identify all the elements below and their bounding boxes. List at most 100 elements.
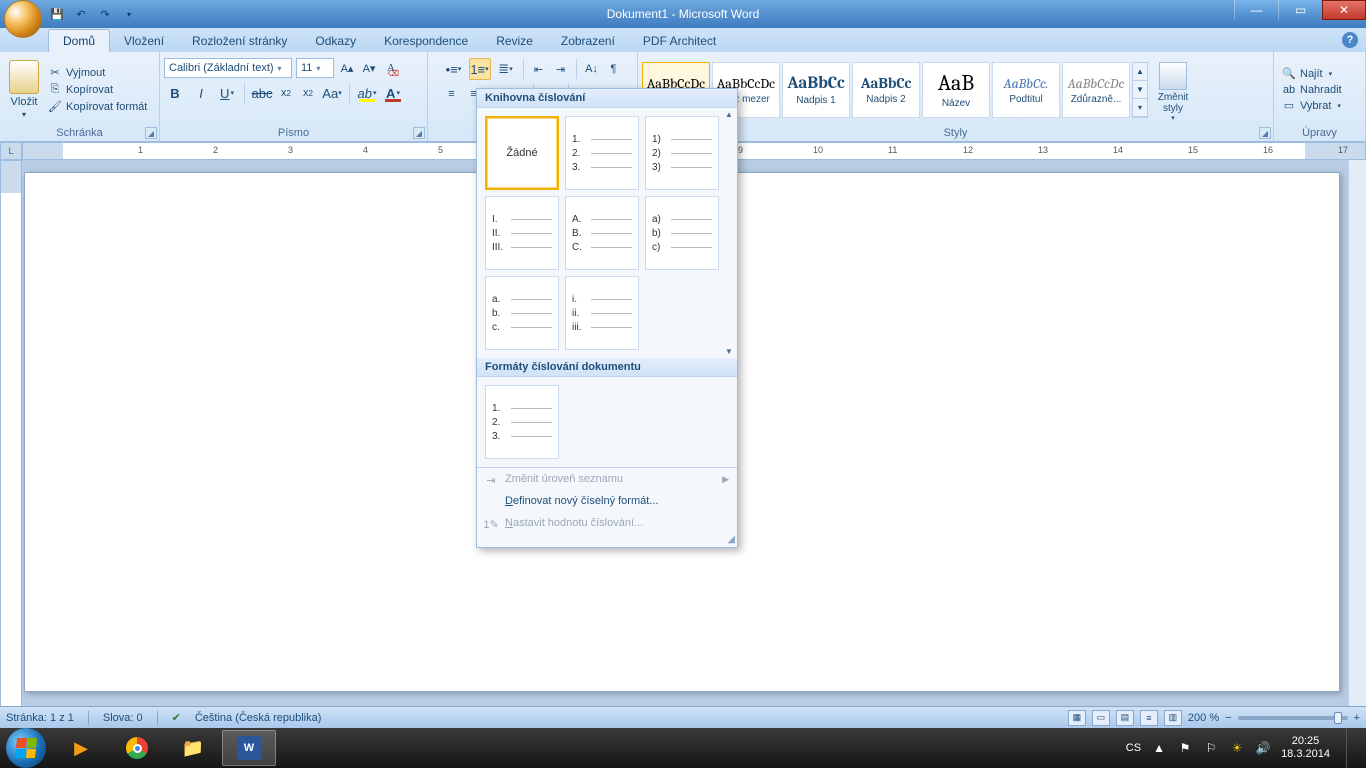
tab-mailings[interactable]: Korespondence bbox=[370, 30, 482, 52]
zoom-slider[interactable] bbox=[1238, 716, 1348, 720]
numbering-option[interactable]: I.II.III. bbox=[485, 196, 559, 270]
minimize-button[interactable]: — bbox=[1234, 0, 1278, 20]
align-left-button[interactable]: ≡ bbox=[443, 84, 461, 104]
office-button[interactable] bbox=[4, 0, 42, 38]
change-case-button[interactable]: Aa▾ bbox=[321, 82, 343, 104]
font-dialog-launcher[interactable]: ◢ bbox=[413, 127, 425, 139]
numbering-option[interactable]: Žádné bbox=[485, 116, 559, 190]
bold-button[interactable]: B bbox=[164, 82, 186, 104]
view-print-layout[interactable]: ▦ bbox=[1068, 710, 1086, 726]
numbering-option[interactable]: 1)2)3) bbox=[645, 116, 719, 190]
start-button[interactable] bbox=[6, 728, 46, 768]
view-outline[interactable]: ≡ bbox=[1140, 710, 1158, 726]
tab-insert[interactable]: Vložení bbox=[110, 30, 178, 52]
tray-show-hidden[interactable]: ▲ bbox=[1151, 740, 1167, 756]
taskbar-media-player[interactable]: ▶ bbox=[54, 730, 108, 766]
change-styles-button[interactable]: Změnit styly ▾ bbox=[1152, 58, 1194, 122]
cut-button[interactable]: ✂Vyjmout bbox=[48, 66, 147, 80]
tab-pdf-architect[interactable]: PDF Architect bbox=[629, 30, 730, 52]
close-button[interactable]: ✕ bbox=[1322, 0, 1366, 20]
tab-selector[interactable]: L bbox=[0, 142, 22, 160]
undo-button[interactable]: ↶ bbox=[72, 5, 90, 23]
vertical-scrollbar[interactable] bbox=[1348, 160, 1366, 712]
save-button[interactable]: 💾 bbox=[48, 5, 66, 23]
show-marks-button[interactable]: ¶ bbox=[605, 59, 623, 79]
proofing-icon[interactable]: ✔ bbox=[172, 711, 181, 724]
decrease-indent-button[interactable]: ⇤ bbox=[530, 59, 548, 79]
gallery-down[interactable]: ▼ bbox=[725, 347, 733, 356]
qat-customize[interactable]: ▾ bbox=[120, 5, 138, 23]
sort-button[interactable]: A↓ bbox=[583, 59, 601, 79]
font-name-combo[interactable]: Calibri (Základní text)▾ bbox=[164, 58, 292, 78]
dropdown-resize-grip[interactable]: ◢ bbox=[477, 534, 737, 547]
tray-flag-icon[interactable]: ⚑ bbox=[1177, 740, 1193, 756]
help-icon[interactable]: ? bbox=[1342, 32, 1358, 48]
numbering-option[interactable]: a)b)c) bbox=[645, 196, 719, 270]
tab-review[interactable]: Revize bbox=[482, 30, 547, 52]
styles-more[interactable]: ▾ bbox=[1133, 99, 1147, 117]
tab-view[interactable]: Zobrazení bbox=[547, 30, 629, 52]
underline-button[interactable]: U▾ bbox=[216, 82, 238, 104]
copy-button[interactable]: ⎘Kopírovat bbox=[48, 83, 147, 97]
styles-dialog-launcher[interactable]: ◢ bbox=[1259, 127, 1271, 139]
numbering-button[interactable]: 1≡▾ bbox=[469, 58, 491, 80]
find-button[interactable]: 🔍Najít▾ bbox=[1282, 67, 1342, 81]
view-web-layout[interactable]: ▤ bbox=[1116, 710, 1134, 726]
paste-button[interactable]: Vložit ▾ bbox=[4, 56, 44, 123]
zoom-in[interactable]: + bbox=[1354, 712, 1360, 724]
style-item[interactable]: AaBNázev bbox=[922, 62, 990, 118]
shrink-font-button[interactable]: A▾ bbox=[360, 58, 378, 78]
subscript-button[interactable]: x2 bbox=[277, 83, 295, 103]
taskbar-explorer[interactable]: 📁 bbox=[166, 730, 220, 766]
clear-formatting-button[interactable]: A⌫ bbox=[382, 58, 400, 78]
format-painter-button[interactable]: 🖌Kopírovat formát bbox=[48, 100, 147, 114]
styles-up[interactable]: ▲ bbox=[1133, 63, 1147, 81]
tab-page-layout[interactable]: Rozložení stránky bbox=[178, 30, 301, 52]
tray-language[interactable]: CS bbox=[1126, 742, 1141, 754]
multilevel-list-button[interactable]: ≣▾ bbox=[495, 58, 517, 80]
font-size-combo[interactable]: 11▾ bbox=[296, 58, 334, 78]
font-color-button[interactable]: A▾ bbox=[382, 82, 404, 104]
redo-button[interactable]: ↷ bbox=[96, 5, 114, 23]
style-item[interactable]: AaBbCcDcZdůrazně... bbox=[1062, 62, 1130, 118]
select-button[interactable]: ▭Vybrat▾ bbox=[1282, 99, 1342, 113]
define-new-format-menuitem[interactable]: Definovat nový číselný formát... bbox=[477, 490, 737, 512]
styles-down[interactable]: ▼ bbox=[1133, 81, 1147, 99]
style-item[interactable]: AaBbCc.Podtitul bbox=[992, 62, 1060, 118]
zoom-percent[interactable]: 200 % bbox=[1188, 712, 1219, 724]
increase-indent-button[interactable]: ⇥ bbox=[552, 59, 570, 79]
zoom-out[interactable]: − bbox=[1225, 712, 1231, 724]
view-full-screen[interactable]: ▭ bbox=[1092, 710, 1110, 726]
tab-home[interactable]: Domů bbox=[48, 29, 110, 52]
numbering-option[interactable]: A.B.C. bbox=[565, 196, 639, 270]
clipboard-dialog-launcher[interactable]: ◢ bbox=[145, 127, 157, 139]
highlight-button[interactable]: ab▾ bbox=[356, 82, 378, 104]
tray-power-icon[interactable]: ☀ bbox=[1229, 740, 1245, 756]
tab-references[interactable]: Odkazy bbox=[301, 30, 370, 52]
tray-action-center-icon[interactable]: ⚐ bbox=[1203, 740, 1219, 756]
style-item[interactable]: AaBbCcNadpis 2 bbox=[852, 62, 920, 118]
status-language[interactable]: Čeština (Česká republika) bbox=[195, 712, 322, 724]
italic-button[interactable]: I bbox=[190, 82, 212, 104]
show-desktop-button[interactable] bbox=[1346, 728, 1356, 768]
status-words[interactable]: Slova: 0 bbox=[103, 712, 143, 724]
taskbar-chrome[interactable] bbox=[110, 730, 164, 766]
style-item[interactable]: AaBbCcNadpis 1 bbox=[782, 62, 850, 118]
numbering-option[interactable]: 1.2.3. bbox=[565, 116, 639, 190]
grow-font-button[interactable]: A▴ bbox=[338, 58, 356, 78]
bullets-button[interactable]: •≡▾ bbox=[443, 58, 465, 80]
gallery-up[interactable]: ▲ bbox=[725, 110, 733, 119]
view-draft[interactable]: ▥ bbox=[1164, 710, 1182, 726]
tray-clock[interactable]: 20:25 18.3.2014 bbox=[1281, 735, 1330, 761]
taskbar-word[interactable]: W bbox=[222, 730, 276, 766]
maximize-button[interactable]: ▭ bbox=[1278, 0, 1322, 20]
vertical-ruler[interactable] bbox=[0, 160, 22, 712]
replace-button[interactable]: abNahradit bbox=[1282, 83, 1342, 97]
numbering-option[interactable]: 1.2.3. bbox=[485, 385, 559, 459]
superscript-button[interactable]: x2 bbox=[299, 83, 317, 103]
numbering-option[interactable]: i.ii.iii. bbox=[565, 276, 639, 350]
status-page[interactable]: Stránka: 1 z 1 bbox=[6, 712, 74, 724]
tray-volume-icon[interactable]: 🔊 bbox=[1255, 740, 1271, 756]
strikethrough-button[interactable]: abc bbox=[251, 82, 273, 104]
numbering-option[interactable]: a.b.c. bbox=[485, 276, 559, 350]
